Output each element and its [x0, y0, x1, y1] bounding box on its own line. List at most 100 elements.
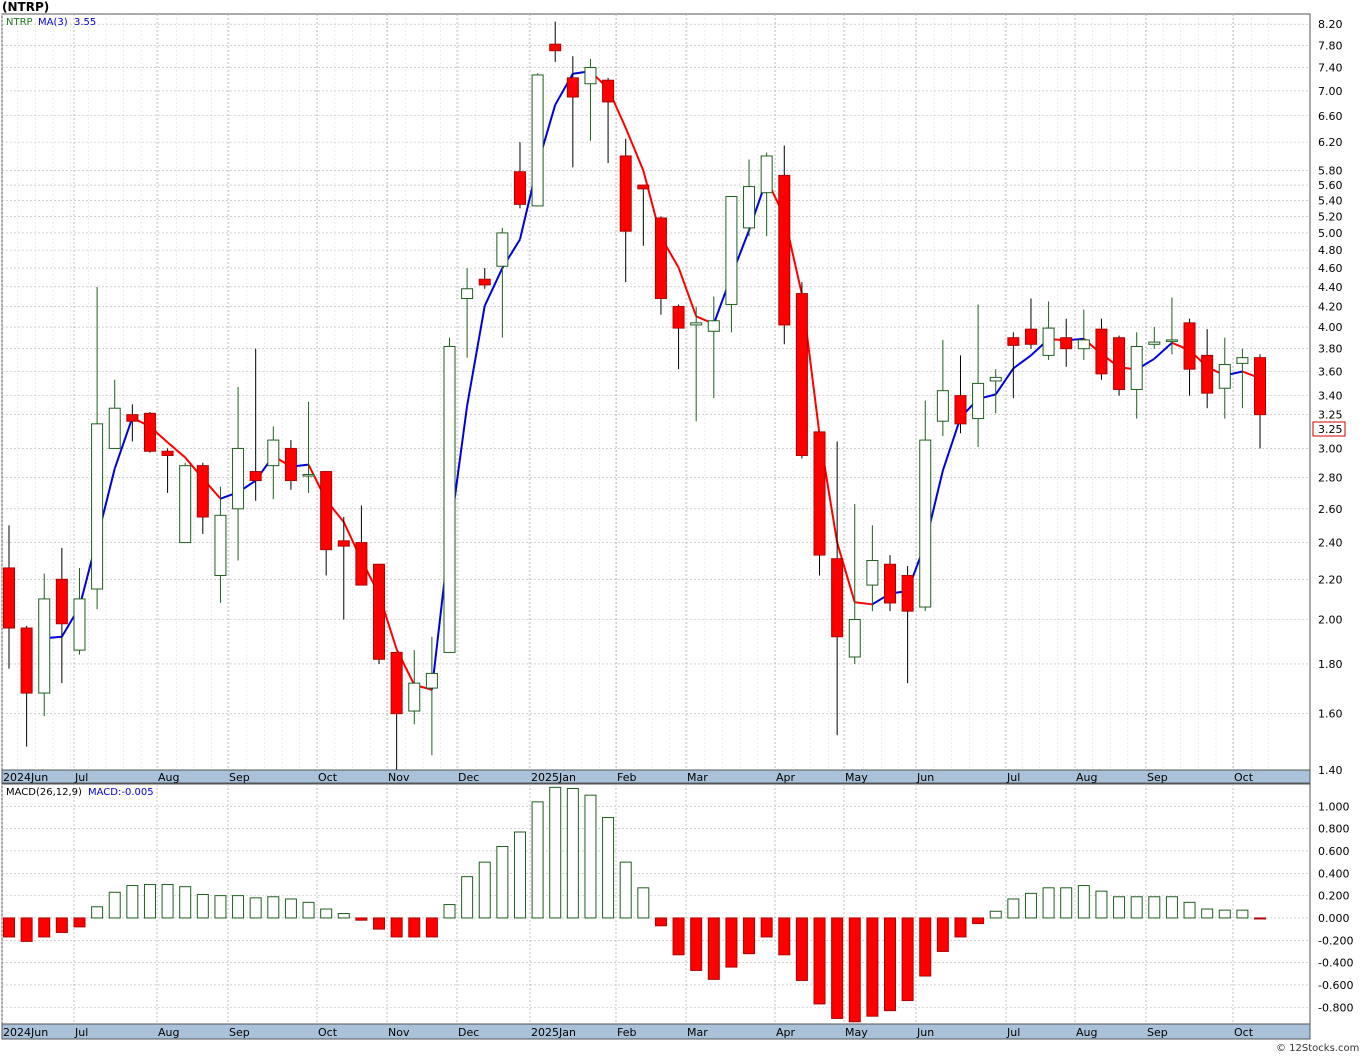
candle-body [91, 423, 104, 590]
macd-bar [408, 917, 421, 938]
candle-body [831, 558, 844, 638]
candle-body [355, 542, 368, 586]
candle-body [443, 345, 456, 653]
macd-tick-label: -0.200 [1318, 934, 1353, 947]
macd-bar [1024, 892, 1037, 919]
price-x-label: Apr [776, 771, 796, 784]
candle-body [408, 682, 421, 712]
price-x-label: Aug [1076, 771, 1097, 784]
macd-bar [496, 846, 509, 919]
macd-x-label: Mar [687, 1026, 708, 1039]
macd-bar [531, 801, 544, 919]
candle-body [707, 320, 720, 332]
candle-body [884, 563, 896, 604]
candle-body [108, 407, 121, 449]
macd-bar [602, 816, 615, 919]
candle-body [690, 322, 703, 326]
candle [795, 282, 808, 459]
macd-bar [232, 895, 245, 919]
macd-bar [954, 917, 967, 938]
macd-bar [1130, 896, 1143, 919]
macd-tick-label: 1.000 [1318, 800, 1350, 813]
candle-body [513, 171, 526, 205]
price-tick-label: 5.20 [1318, 210, 1343, 223]
macd-bar [725, 917, 738, 968]
candle-body [549, 43, 562, 52]
price-x-label: Jul [74, 771, 88, 784]
macd-bar [936, 917, 949, 952]
price-tick-label: 1.80 [1318, 658, 1343, 671]
candle-body [55, 578, 68, 625]
candle-body [1077, 339, 1090, 350]
price-tick-label: 3.00 [1318, 442, 1343, 455]
macd-x-label: Jun [916, 1026, 934, 1039]
price-x-label: Mar [687, 771, 708, 784]
candle-body [1042, 327, 1055, 356]
macd-bar [707, 917, 720, 980]
price-tick-label: 3.40 [1318, 390, 1343, 403]
macd-bar [267, 896, 280, 919]
macd-bar [1165, 896, 1178, 919]
price-legend: NTRP MA(3) 3.55 [6, 17, 96, 28]
macd-x-label: Aug [158, 1026, 179, 1039]
macd-bar [901, 917, 914, 1002]
candle-body [161, 450, 174, 457]
candle-body [1148, 341, 1161, 345]
price-tick-label: 4.80 [1318, 244, 1343, 257]
price-tick-label: 1.60 [1318, 708, 1343, 721]
candle-body [478, 278, 491, 286]
macd-bar [848, 917, 861, 1023]
macd-bar [443, 904, 456, 919]
macd-x-label: Oct [318, 1026, 338, 1039]
macd-x-label: Apr [776, 1026, 796, 1039]
price-tick-label: 5.40 [1318, 194, 1343, 207]
macd-bar [972, 917, 985, 925]
candle-body [196, 465, 209, 518]
macd-x-label: Jul [1006, 1026, 1020, 1039]
candle-body [989, 376, 1002, 382]
price-x-label: 2024Jun [3, 771, 48, 784]
price-tick-label: 5.80 [1318, 164, 1343, 177]
candle-body [584, 66, 597, 85]
chart: (NTRP) 8.20 7.80 7.40 7.00 6.60 6.20 5.80 5.60 5… [0, 0, 1360, 1056]
price-x-label: Aug [158, 771, 179, 784]
macd-bar [461, 876, 474, 919]
candle-body [38, 598, 51, 694]
macd-bar [55, 917, 68, 933]
price-tick-label: 4.60 [1318, 262, 1343, 275]
macd-bar [919, 917, 932, 977]
price-tick-label: 3.80 [1318, 343, 1343, 356]
macd-bar [38, 917, 51, 938]
macd-bar [179, 886, 192, 919]
candle-body [232, 447, 245, 510]
macd-tick-label: -0.400 [1318, 957, 1353, 970]
candle-body [1183, 322, 1196, 370]
macd-bar [813, 917, 826, 1005]
candle-body [1254, 357, 1267, 416]
price-tick-label: 7.40 [1318, 61, 1343, 74]
macd-bar [161, 883, 174, 919]
candle-body [1095, 328, 1108, 375]
price-tick-label: 1.40 [1318, 764, 1343, 777]
candle-body [602, 79, 615, 103]
macd-bar [1077, 885, 1090, 919]
macd-bar [672, 917, 685, 956]
candle-body [901, 574, 914, 612]
legend-ma-label: MA(3) [38, 17, 68, 28]
macd-bar [108, 891, 121, 919]
macd-bar [1201, 908, 1214, 919]
macd-bar [690, 917, 703, 971]
candle-body [972, 382, 985, 420]
price-date-band [1, 769, 1311, 784]
macd-bar [743, 917, 756, 955]
macd-bar [1236, 909, 1249, 919]
price-x-label: Oct [318, 771, 338, 784]
macd-bar [884, 917, 896, 1012]
price-tick-label: 2.00 [1318, 614, 1343, 627]
macd-bar [1218, 909, 1231, 919]
candle-body [954, 395, 967, 425]
last-price-tag: 3.25 [1312, 421, 1346, 437]
macd-bar [778, 917, 791, 956]
candle-body [390, 651, 403, 715]
macd-bar [1254, 917, 1267, 920]
